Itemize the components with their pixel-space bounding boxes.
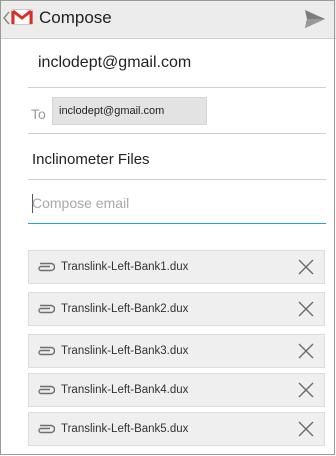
close-icon[interactable] xyxy=(298,382,314,398)
from-address: inclodept@gmail.com xyxy=(38,54,192,71)
gmail-icon[interactable] xyxy=(11,9,33,25)
subject-field[interactable]: Inclinometer Files xyxy=(28,134,326,180)
attachment-item[interactable]: Translink-Left-Bank2.dux xyxy=(28,292,325,326)
recipient-chip[interactable]: inclodept@gmail.com xyxy=(52,97,207,125)
attachment-name: Translink-Left-Bank2.dux xyxy=(61,303,189,315)
attachment-item[interactable]: Translink-Left-Bank5.dux xyxy=(28,412,325,446)
from-field[interactable]: inclodept@gmail.com xyxy=(28,38,326,88)
attachment-item[interactable]: Translink-Left-Bank1.dux xyxy=(28,250,325,284)
close-icon[interactable] xyxy=(298,301,314,317)
paperclip-icon xyxy=(38,262,55,272)
attachment-name: Translink-Left-Bank4.dux xyxy=(61,384,189,396)
attachment-item[interactable]: Translink-Left-Bank3.dux xyxy=(28,334,325,368)
paperclip-icon xyxy=(38,304,55,314)
close-icon[interactable] xyxy=(298,259,314,275)
attachment-name: Translink-Left-Bank3.dux xyxy=(61,345,189,357)
compose-body-field[interactable] xyxy=(28,180,326,224)
page-title: Compose xyxy=(39,8,112,27)
attachment-name: Translink-Left-Bank1.dux xyxy=(61,261,189,273)
recipient-address: inclodept@gmail.com xyxy=(59,105,165,117)
subject-text: Inclinometer Files xyxy=(32,151,150,168)
paperclip-icon xyxy=(38,385,55,395)
to-label: To xyxy=(31,106,46,122)
paperclip-icon xyxy=(38,346,55,356)
attachment-item[interactable]: Translink-Left-Bank4.dux xyxy=(28,373,325,407)
action-bar: Compose xyxy=(0,0,336,39)
send-icon[interactable] xyxy=(304,9,326,29)
to-field[interactable]: To inclodept@gmail.com xyxy=(28,88,326,134)
close-icon[interactable] xyxy=(298,343,314,359)
close-icon[interactable] xyxy=(298,421,314,437)
paperclip-icon xyxy=(38,424,55,434)
attachment-name: Translink-Left-Bank5.dux xyxy=(61,423,189,435)
compose-email-input[interactable] xyxy=(32,189,312,217)
